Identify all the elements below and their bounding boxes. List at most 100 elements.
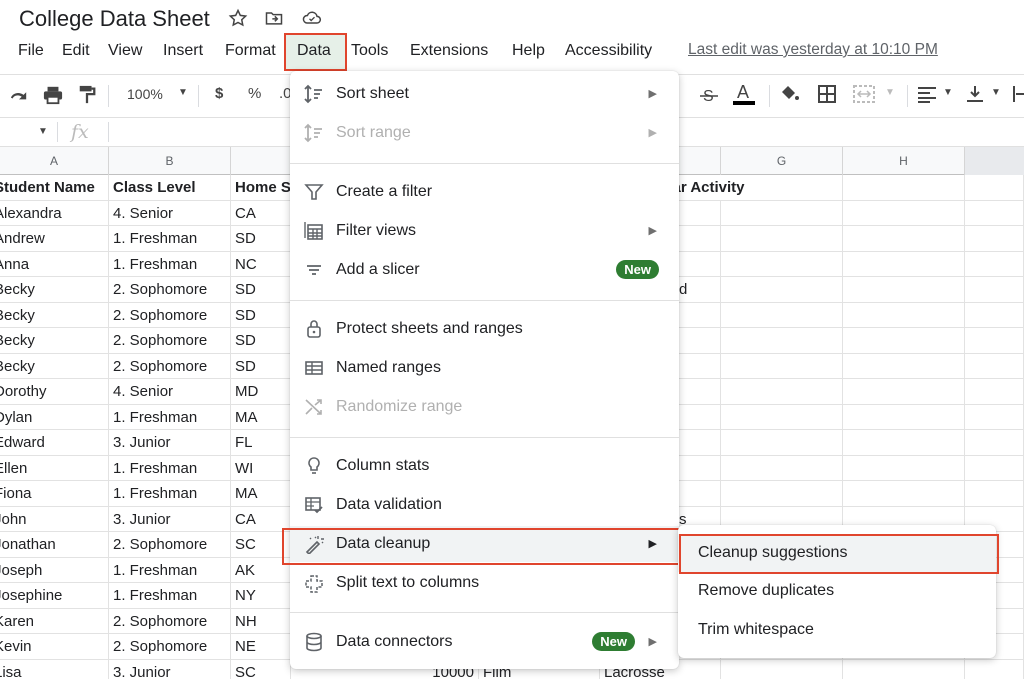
cell[interactable] — [721, 277, 843, 303]
cell[interactable]: NH — [231, 608, 291, 634]
cell[interactable] — [679, 353, 721, 379]
cell[interactable]: 1. Freshman — [109, 455, 231, 481]
cell[interactable] — [965, 659, 1024, 679]
cell[interactable] — [721, 481, 843, 507]
align-dropdown-icon[interactable]: ▼ — [943, 87, 953, 98]
cell[interactable] — [679, 302, 721, 328]
menu-view[interactable]: View — [108, 40, 142, 62]
cell[interactable] — [721, 302, 843, 328]
cell[interactable]: Fiona — [0, 481, 109, 507]
cell[interactable] — [679, 251, 721, 277]
cell[interactable] — [965, 175, 1024, 201]
cell[interactable]: NC — [231, 251, 291, 277]
menu-item-filter-views[interactable]: Filter views ▶ — [290, 213, 679, 249]
cell[interactable] — [843, 455, 965, 481]
cell[interactable]: 2. Sophomore — [109, 353, 231, 379]
cell[interactable] — [721, 328, 843, 354]
percent-format-button[interactable]: % — [248, 85, 261, 102]
cell[interactable]: WI — [231, 455, 291, 481]
cell[interactable]: 2. Sophomore — [109, 608, 231, 634]
cell[interactable] — [843, 430, 965, 456]
cell[interactable]: 1. Freshman — [109, 226, 231, 252]
cell[interactable]: FL — [231, 430, 291, 456]
menu-item-split-text-to-columns[interactable]: Split text to columns — [290, 565, 679, 601]
menu-item-protect-sheets-and-ranges[interactable]: Protect sheets and ranges — [290, 311, 679, 347]
cell[interactable] — [843, 379, 965, 405]
submenu-item-trim-whitespace[interactable]: Trim whitespace — [678, 611, 996, 649]
cell[interactable] — [965, 200, 1024, 226]
cell[interactable]: MA — [231, 481, 291, 507]
borders-icon[interactable] — [818, 85, 836, 103]
cell[interactable] — [679, 379, 721, 405]
cell[interactable] — [965, 251, 1024, 277]
cell[interactable]: SD — [231, 353, 291, 379]
cell[interactable]: Home State — [231, 175, 291, 201]
fill-color-icon[interactable] — [779, 84, 801, 104]
cell[interactable]: 2. Sophomore — [109, 328, 231, 354]
currency-format-button[interactable]: $ — [215, 85, 223, 102]
text-wrap-icon[interactable] — [1012, 85, 1024, 103]
name-box-dropdown-icon[interactable]: ▼ — [38, 126, 48, 137]
merge-cells-icon[interactable] — [853, 85, 875, 103]
horizontal-align-icon[interactable] — [917, 85, 937, 103]
cell[interactable]: Ellen — [0, 455, 109, 481]
menu-item-data-cleanup[interactable]: Data cleanup ▶ — [290, 526, 679, 562]
cell[interactable] — [965, 302, 1024, 328]
cell[interactable] — [965, 481, 1024, 507]
column-header-f[interactable] — [679, 147, 721, 175]
cell[interactable] — [843, 277, 965, 303]
cell[interactable] — [679, 430, 721, 456]
cell[interactable] — [965, 430, 1024, 456]
menu-edit[interactable]: Edit — [62, 40, 90, 62]
cell[interactable] — [843, 328, 965, 354]
cell[interactable]: 1. Freshman — [109, 557, 231, 583]
cell[interactable] — [843, 659, 965, 679]
cell[interactable]: Josephine — [0, 583, 109, 609]
cell[interactable] — [721, 200, 843, 226]
cell[interactable] — [965, 328, 1024, 354]
column-header-b[interactable]: B — [109, 147, 231, 175]
menu-accessibility[interactable]: Accessibility — [565, 40, 652, 62]
menu-item-data-connectors[interactable]: Data connectors New ▶ — [290, 624, 679, 660]
cell[interactable]: Kevin — [0, 634, 109, 660]
menu-insert[interactable]: Insert — [163, 40, 203, 62]
cell[interactable]: 4. Senior — [109, 200, 231, 226]
cell[interactable] — [843, 302, 965, 328]
cell[interactable]: Dorothy — [0, 379, 109, 405]
cell[interactable]: SC — [231, 532, 291, 558]
cell[interactable] — [721, 379, 843, 405]
cell[interactable] — [721, 659, 843, 679]
zoom-select[interactable]: 100% — [127, 86, 163, 102]
cell[interactable]: NY — [231, 583, 291, 609]
cell[interactable]: SD — [231, 277, 291, 303]
cell[interactable]: 2. Sophomore — [109, 634, 231, 660]
cell[interactable]: Alexandra — [0, 200, 109, 226]
menu-item-create-a-filter[interactable]: Create a filter — [290, 174, 679, 210]
cell[interactable]: CA — [231, 200, 291, 226]
cell[interactable] — [843, 175, 965, 201]
column-header-c[interactable] — [231, 147, 291, 175]
cell[interactable]: Karen — [0, 608, 109, 634]
last-edit-link[interactable]: Last edit was yesterday at 10:10 PM — [688, 41, 938, 59]
cell[interactable] — [843, 251, 965, 277]
star-icon[interactable] — [228, 8, 248, 28]
cell[interactable] — [679, 226, 721, 252]
cell[interactable]: 1. Freshman — [109, 583, 231, 609]
menu-item-named-ranges[interactable]: Named ranges — [290, 350, 679, 386]
cell[interactable]: SD — [231, 302, 291, 328]
cell[interactable]: Jonathan — [0, 532, 109, 558]
cell[interactable]: Dylan — [0, 404, 109, 430]
cell[interactable]: Becky — [0, 353, 109, 379]
vertical-align-icon[interactable] — [966, 85, 984, 103]
menu-item-sort-sheet[interactable]: Sort sheet ▶ — [290, 76, 679, 112]
cell[interactable]: Lisa — [0, 659, 109, 679]
cell[interactable]: 1. Freshman — [109, 481, 231, 507]
cell[interactable]: 3. Junior — [109, 659, 231, 679]
cell[interactable]: MA — [231, 404, 291, 430]
print-icon[interactable] — [42, 85, 64, 105]
cell[interactable]: Student Name — [0, 175, 109, 201]
cell[interactable] — [965, 277, 1024, 303]
formula-input[interactable] — [112, 120, 282, 144]
menu-data-label[interactable]: Data — [297, 40, 331, 62]
cell[interactable]: d — [679, 277, 721, 303]
